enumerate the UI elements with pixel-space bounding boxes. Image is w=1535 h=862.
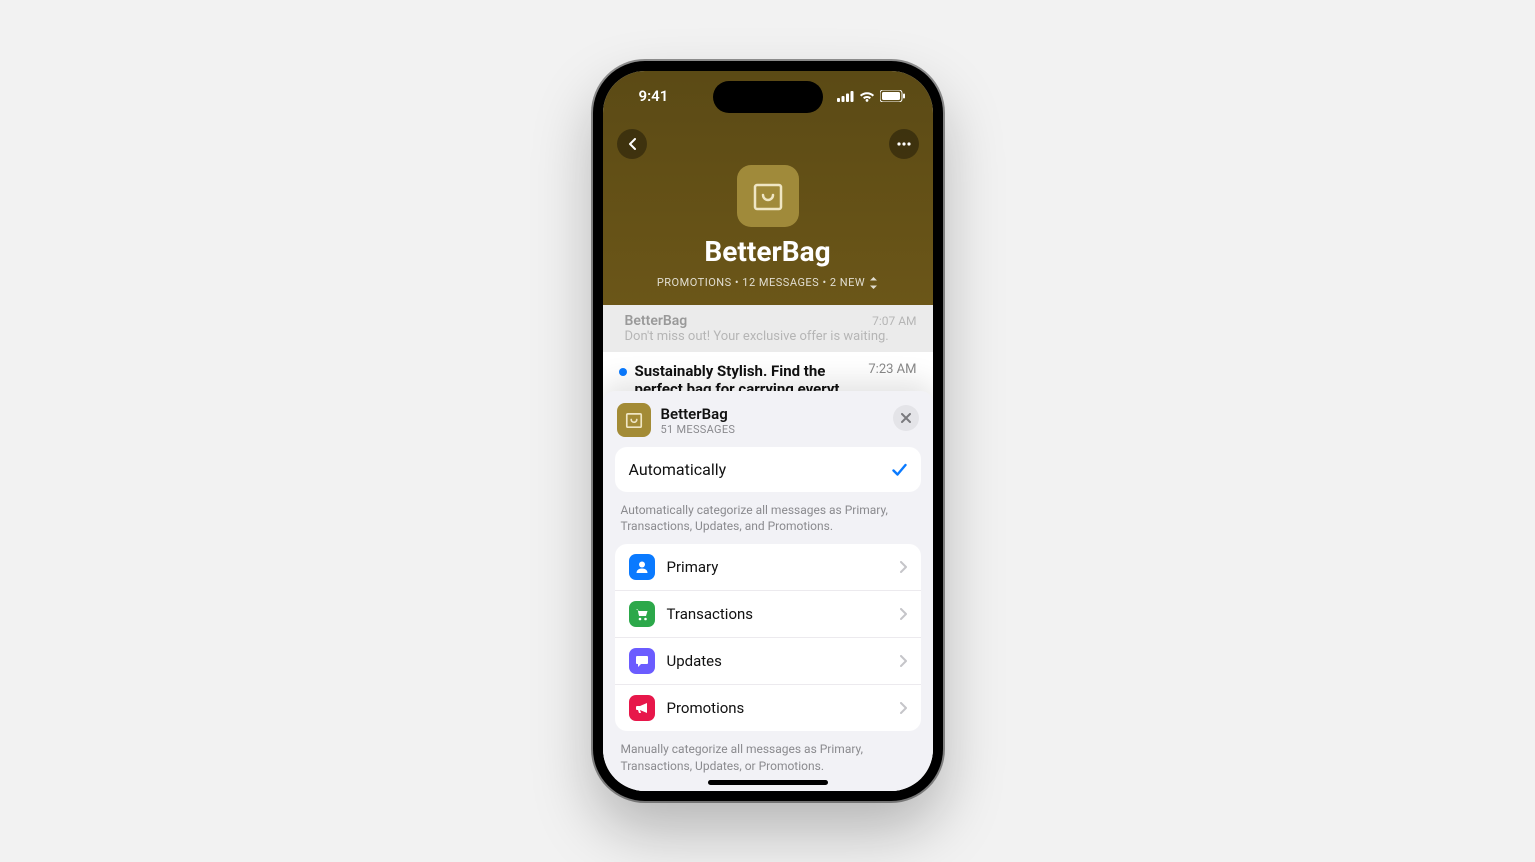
checkmark-icon [892, 463, 907, 477]
category-label: Primary [667, 558, 888, 576]
sheet-brand-icon [617, 403, 651, 437]
status-right [837, 90, 905, 102]
chat-icon [629, 648, 655, 674]
category-label: Transactions [667, 605, 888, 623]
chevron-right-icon [900, 702, 907, 714]
close-button[interactable] [893, 405, 919, 431]
brand-name: BetterBag [704, 235, 830, 268]
category-row-transactions[interactable]: Transactions [615, 590, 921, 637]
message-row-dim[interactable]: BetterBag 7:07 AM Don't miss out! Your e… [603, 305, 933, 352]
auto-row[interactable]: Automatically [615, 447, 921, 492]
category-list: Primary Transactions Updates Promotions [615, 544, 921, 731]
chevron-right-icon [900, 608, 907, 620]
mega-icon [629, 695, 655, 721]
auto-helper: Automatically categorize all messages as… [615, 502, 921, 534]
battery-icon [880, 90, 905, 102]
chevron-right-icon [900, 655, 907, 667]
phone-screen: 9:41 [603, 71, 933, 791]
category-row-updates[interactable]: Updates [615, 637, 921, 684]
brand-subline-button[interactable]: PROMOTIONS • 12 MESSAGES • 2 NEW [657, 276, 878, 289]
category-label: Promotions [667, 699, 888, 717]
dynamic-island [713, 81, 823, 113]
cellular-icon [837, 91, 854, 102]
message-sender: BetterBag [625, 313, 688, 329]
category-label: Updates [667, 652, 888, 670]
category-row-primary[interactable]: Primary [615, 544, 921, 590]
sheet-header: BetterBag 51 MESSAGES [615, 403, 921, 437]
phone-frame: 9:41 [593, 61, 943, 801]
unread-dot-icon [619, 368, 627, 376]
message-time: 7:07 AM [872, 314, 916, 328]
sheet-subtitle: 51 MESSAGES [661, 423, 736, 436]
manual-helper: Manually categorize all messages as Prim… [615, 741, 921, 773]
sort-icon [869, 277, 878, 289]
chevron-right-icon [900, 561, 907, 573]
cart-icon [629, 601, 655, 627]
brand-icon [737, 165, 799, 227]
sheet-title: BetterBag [661, 405, 736, 423]
close-icon [901, 413, 911, 423]
message-snippet: Don't miss out! Your exclusive offer is … [625, 329, 917, 344]
message-title-l1: Sustainably Stylish. Find the [635, 362, 840, 380]
back-button[interactable] [617, 129, 647, 159]
brand-subline: PROMOTIONS • 12 MESSAGES • 2 NEW [657, 276, 865, 289]
person-icon [629, 554, 655, 580]
wifi-icon [859, 90, 875, 102]
auto-card: Automatically [615, 447, 921, 492]
category-row-promotions[interactable]: Promotions [615, 684, 921, 731]
auto-label: Automatically [629, 460, 727, 479]
categorize-sheet: BetterBag 51 MESSAGES Automatically A [603, 391, 933, 791]
home-indicator[interactable] [708, 780, 828, 785]
status-time: 9:41 [639, 87, 669, 105]
more-button[interactable] [889, 129, 919, 159]
